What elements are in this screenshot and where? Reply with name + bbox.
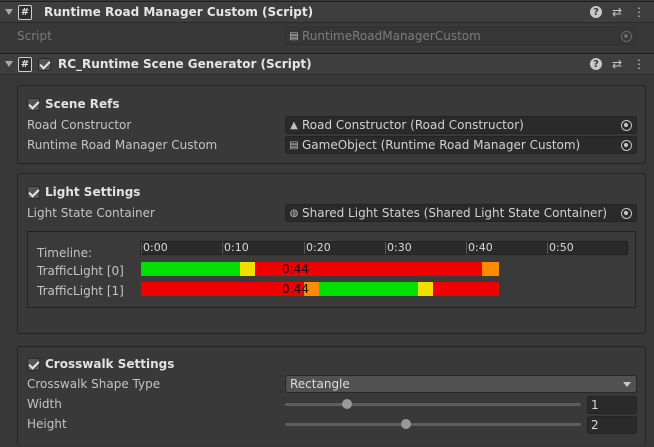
light-phase-segment bbox=[141, 262, 241, 276]
road-constructor-value: Road Constructor (Road Constructor) bbox=[302, 118, 524, 132]
traffic-light-0-time-label: 0:44 bbox=[282, 262, 309, 276]
traffic-light-0-track[interactable]: 0:44 bbox=[141, 262, 499, 276]
foldout-arrow-icon[interactable] bbox=[5, 9, 13, 15]
width-value: 1 bbox=[591, 398, 599, 412]
scriptable-object-icon: ◍ bbox=[289, 207, 299, 219]
timeline-ruler[interactable]: 0:00 0:10 0:20 0:30 0:40 0:50 bbox=[140, 241, 628, 255]
crosswalk-settings-title: Crosswalk Settings bbox=[45, 357, 175, 371]
height-slider[interactable] bbox=[285, 419, 581, 429]
height-input[interactable]: 2 bbox=[587, 416, 637, 434]
crosswalk-settings-checkbox[interactable] bbox=[27, 357, 40, 371]
light-settings-header[interactable]: Light Settings bbox=[27, 182, 140, 202]
light-phase-segment bbox=[240, 262, 255, 276]
light-settings-checkbox[interactable] bbox=[27, 185, 40, 199]
timeline-tick: 0:30 bbox=[385, 241, 412, 254]
traffic-light-0-row: TrafficLight [0] bbox=[37, 261, 124, 281]
light-state-container-field[interactable]: ◍ Shared Light States (Shared Light Stat… bbox=[285, 204, 637, 222]
scene-refs-header[interactable]: Scene Refs bbox=[27, 94, 120, 114]
script-label: Script bbox=[17, 29, 52, 43]
traffic-light-1-time-label: 0:44 bbox=[282, 282, 309, 296]
crosswalk-shape-dropdown[interactable]: Rectangle bbox=[285, 375, 637, 393]
light-phase-segment bbox=[433, 282, 499, 296]
foldout-arrow-icon[interactable] bbox=[5, 61, 13, 67]
light-phase-segment bbox=[141, 282, 304, 296]
presets-icon[interactable]: ⇄ bbox=[610, 5, 624, 19]
light-phase-segment bbox=[318, 282, 418, 296]
script-field: ▤ RuntimeRoadManagerCustom bbox=[285, 27, 637, 45]
width-input[interactable]: 1 bbox=[587, 396, 637, 414]
script-icon: # bbox=[18, 4, 32, 20]
crosswalk-settings-header[interactable]: Crosswalk Settings bbox=[27, 354, 174, 374]
component-enable-checkbox[interactable] bbox=[38, 57, 51, 71]
timeline-tick: 0:20 bbox=[304, 241, 331, 254]
component-header-scene-generator[interactable]: # RC_Runtime Scene Generator (Script) ? … bbox=[0, 53, 654, 75]
context-menu-icon[interactable]: ⋮ bbox=[632, 5, 646, 19]
script-row: Script bbox=[17, 26, 52, 46]
help-icon[interactable]: ? bbox=[590, 58, 602, 70]
light-settings-title: Light Settings bbox=[45, 185, 141, 199]
script-icon: # bbox=[18, 56, 32, 72]
timeline-label: Timeline: bbox=[37, 246, 93, 260]
help-icon[interactable]: ? bbox=[590, 6, 602, 18]
width-row: Width bbox=[27, 394, 62, 414]
height-row: Height bbox=[27, 414, 67, 434]
script-file-icon: ▤ bbox=[289, 30, 299, 42]
chevron-down-icon bbox=[623, 382, 631, 387]
scene-refs-title: Scene Refs bbox=[45, 97, 120, 111]
object-picker-icon bbox=[621, 31, 632, 42]
runtime-manager-row: Runtime Road Manager Custom bbox=[27, 135, 217, 155]
runtime-manager-label: Runtime Road Manager Custom bbox=[27, 138, 218, 152]
light-state-container-label: Light State Container bbox=[27, 206, 155, 220]
traffic-light-1-label: TrafficLight [1] bbox=[37, 284, 124, 298]
light-phase-segment bbox=[417, 282, 434, 296]
height-value: 2 bbox=[591, 418, 599, 432]
crosswalk-shape-value: Rectangle bbox=[290, 377, 350, 391]
component-title: Runtime Road Manager Custom (Script) bbox=[44, 5, 314, 19]
component-title: RC_Runtime Scene Generator (Script) bbox=[58, 57, 312, 71]
road-constructor-component-icon: ▲ bbox=[290, 119, 298, 131]
presets-icon[interactable]: ⇄ bbox=[610, 57, 624, 71]
runtime-manager-field[interactable]: ▤ GameObject (Runtime Road Manager Custo… bbox=[285, 136, 637, 154]
object-picker-icon[interactable] bbox=[621, 120, 632, 131]
timeline-tick: 0:00 bbox=[141, 241, 168, 254]
object-picker-icon[interactable] bbox=[621, 140, 632, 151]
crosswalk-shape-label: Crosswalk Shape Type bbox=[27, 377, 161, 391]
traffic-light-1-row: TrafficLight [1] bbox=[37, 281, 124, 301]
light-phase-segment bbox=[482, 262, 499, 276]
timeline-label-row: Timeline: bbox=[37, 243, 92, 263]
width-slider[interactable] bbox=[285, 399, 581, 409]
light-state-container-value: Shared Light States (Shared Light State … bbox=[302, 206, 608, 220]
object-picker-icon[interactable] bbox=[621, 208, 632, 219]
component-header-runtime-road-manager[interactable]: # Runtime Road Manager Custom (Script) ?… bbox=[0, 1, 654, 23]
traffic-light-0-label: TrafficLight [0] bbox=[37, 264, 124, 278]
width-label: Width bbox=[27, 397, 62, 411]
timeline-tick: 0:40 bbox=[466, 241, 493, 254]
script-field-value: RuntimeRoadManagerCustom bbox=[302, 29, 481, 43]
road-constructor-field[interactable]: ▲ Road Constructor (Road Constructor) bbox=[285, 116, 637, 134]
timeline-tick: 0:50 bbox=[547, 241, 574, 254]
height-label: Height bbox=[27, 417, 67, 431]
runtime-manager-value: GameObject (Runtime Road Manager Custom) bbox=[302, 138, 581, 152]
road-constructor-row: Road Constructor bbox=[27, 115, 131, 135]
traffic-light-1-track[interactable]: 0:44 bbox=[141, 282, 499, 296]
light-state-container-row: Light State Container bbox=[27, 203, 155, 223]
scene-refs-checkbox[interactable] bbox=[27, 97, 40, 111]
road-constructor-label: Road Constructor bbox=[27, 118, 132, 132]
context-menu-icon[interactable]: ⋮ bbox=[632, 57, 646, 71]
timeline-tick: 0:10 bbox=[222, 241, 249, 254]
crosswalk-shape-row: Crosswalk Shape Type bbox=[27, 374, 160, 394]
script-file-icon: ▤ bbox=[289, 139, 299, 151]
